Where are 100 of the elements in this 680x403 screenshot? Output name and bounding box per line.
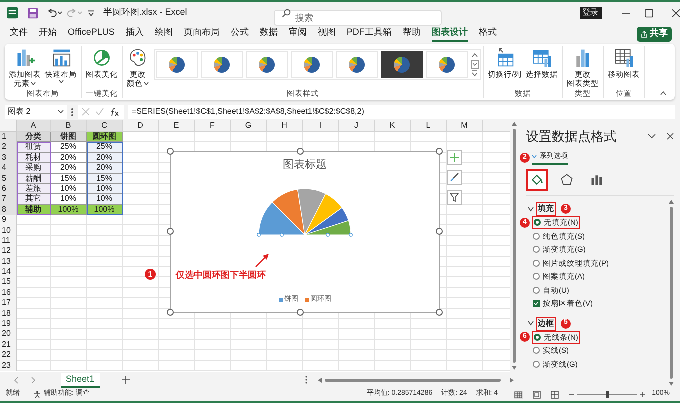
resize-handle[interactable] [436, 309, 443, 316]
table-cell[interactable]: 100% [51, 204, 87, 216]
resize-handle[interactable] [297, 309, 304, 316]
maximize-icon[interactable] [645, 8, 654, 18]
sheet-tab[interactable]: Sheet1 [61, 372, 100, 388]
row-number[interactable]: 3 [0, 152, 17, 164]
menu-tab[interactable]: PDF工具箱 [346, 26, 392, 42]
menu-tab[interactable]: 文件 [10, 26, 28, 42]
resize-handle[interactable] [436, 228, 443, 235]
table-cell[interactable]: 20% [51, 163, 87, 174]
save-icon[interactable] [28, 8, 39, 18]
column-header[interactable]: I [303, 120, 339, 132]
table-cell[interactable]: 10% [51, 194, 87, 205]
table-cell[interactable]: 20% [87, 163, 123, 174]
zoom-out-icon[interactable] [569, 392, 574, 397]
scroll-up-icon[interactable] [471, 51, 479, 60]
column-header[interactable]: K [375, 120, 411, 132]
row-number[interactable]: 13 [0, 256, 17, 268]
scroll-down-icon[interactable] [471, 60, 479, 69]
menu-tab[interactable]: 页面布局 [184, 26, 220, 42]
column-header[interactable]: J [339, 120, 375, 132]
more-icon[interactable] [71, 108, 74, 116]
resize-handle[interactable] [436, 148, 443, 155]
scroll-up-icon[interactable] [512, 122, 516, 126]
menu-tab[interactable]: 数据 [260, 26, 278, 42]
formula-field[interactable]: =SERIES(Sheet1!$C$1,Sheet1!$A$2:$A$8,Sheet1!$C$2:$C$8,2) [128, 105, 675, 119]
scroll-up-icon[interactable] [668, 200, 674, 204]
row-number[interactable]: 18 [0, 308, 17, 320]
column-header[interactable]: L [411, 120, 447, 132]
row-number[interactable]: 20 [0, 329, 17, 340]
table-cell[interactable]: 20% [51, 152, 87, 164]
row-number[interactable]: 4 [0, 163, 17, 174]
row-number[interactable]: 14 [0, 267, 17, 278]
row-number[interactable]: 19 [0, 319, 17, 330]
table-cell[interactable]: 15% [51, 174, 87, 184]
row-number[interactable]: 2 [0, 142, 17, 153]
close-icon[interactable] [667, 133, 674, 140]
function-icon[interactable] [110, 108, 120, 116]
row-number[interactable]: 1 [0, 132, 17, 142]
menu-tab[interactable]: 审阅 [288, 26, 307, 42]
column-header[interactable]: H [267, 120, 303, 132]
row-number[interactable]: 7 [0, 194, 17, 205]
menu-tab[interactable]: 图表设计 [432, 26, 468, 42]
chevron-down-icon[interactable] [648, 134, 656, 140]
table-cell[interactable]: 10% [51, 184, 87, 194]
more-styles-icon[interactable] [471, 69, 479, 78]
zoom-in-icon[interactable] [640, 392, 646, 397]
resize-handle[interactable] [167, 228, 174, 235]
menu-tab[interactable]: 格式 [478, 26, 497, 42]
row-number[interactable]: 10 [0, 226, 17, 236]
table-cell[interactable]: 其它 [17, 194, 51, 205]
column-header[interactable]: E [159, 120, 195, 132]
section-header[interactable]: 边框 [536, 316, 556, 330]
resize-handle[interactable] [167, 148, 174, 155]
resize-handle[interactable] [167, 309, 174, 316]
scroll-down-icon[interactable] [512, 366, 516, 370]
row-number[interactable]: 17 [0, 298, 17, 309]
paint-bucket-tab[interactable] [526, 169, 548, 191]
section-toggle-icon[interactable] [528, 206, 534, 212]
menu-tab[interactable]: 视图 [318, 26, 336, 42]
next-sheet-icon[interactable] [31, 376, 36, 384]
table-cell[interactable]: 分类 [17, 132, 51, 142]
column-header[interactable]: M [447, 120, 483, 132]
page-layout-icon[interactable] [533, 390, 542, 398]
table-cell[interactable]: 圆环图 [87, 132, 123, 142]
name-box[interactable]: 图表 2 [5, 105, 67, 119]
column-header[interactable]: D [123, 120, 159, 132]
table-cell[interactable]: 25% [51, 142, 87, 153]
row-number[interactable]: 16 [0, 288, 17, 298]
menu-tab[interactable]: 开始 [39, 26, 57, 42]
column-header[interactable]: F [195, 120, 231, 132]
row-number[interactable]: 9 [0, 215, 17, 226]
table-cell[interactable]: 采购 [17, 163, 51, 174]
close-icon[interactable] [672, 8, 680, 18]
table-cell[interactable]: 10% [87, 194, 123, 205]
scrollbar-thumb[interactable] [324, 378, 501, 382]
scrollbar-thumb[interactable] [670, 207, 672, 379]
undo-icon[interactable] [46, 8, 62, 18]
add-sheet-icon[interactable] [122, 376, 130, 384]
menu-tab[interactable]: 公式 [230, 26, 249, 42]
chart-styles-button[interactable] [447, 170, 462, 185]
zoom-slider[interactable] [577, 391, 638, 398]
row-number[interactable]: 23 [0, 360, 17, 371]
column-header[interactable]: B [51, 120, 87, 132]
section-toggle-icon[interactable] [528, 321, 534, 326]
row-number[interactable]: 5 [0, 174, 17, 184]
login-button[interactable]: 登录 [580, 7, 602, 19]
normal-view-icon[interactable] [514, 390, 524, 398]
previous-sheet-icon[interactable] [14, 376, 19, 384]
row-number[interactable]: 22 [0, 350, 17, 361]
page-break-icon[interactable] [551, 390, 560, 398]
scroll-right-icon[interactable] [510, 378, 514, 382]
row-number[interactable]: 11 [0, 236, 17, 246]
menu-tab[interactable]: 插入 [126, 26, 144, 42]
customize-icon[interactable] [88, 10, 94, 16]
column-header[interactable]: A [17, 120, 51, 132]
table-cell[interactable]: 饼图 [51, 132, 87, 142]
menu-tab[interactable]: OfficePLUS [68, 26, 115, 42]
share-button[interactable]: 共享 [637, 26, 672, 42]
row-number[interactable]: 8 [0, 204, 17, 216]
